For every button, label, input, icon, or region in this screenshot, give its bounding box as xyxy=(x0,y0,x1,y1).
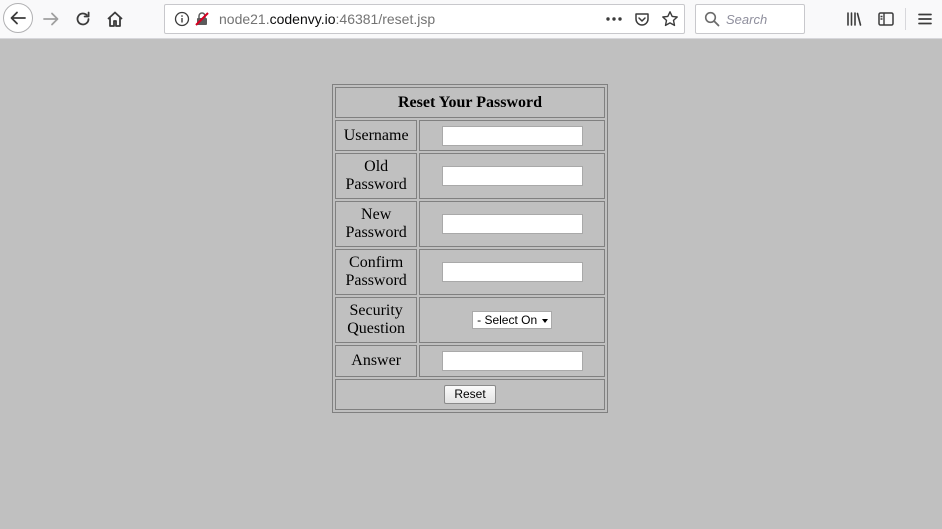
reload-icon xyxy=(76,11,90,26)
arrow-left-icon xyxy=(10,11,26,25)
answer-label: Answer xyxy=(335,345,418,377)
answer-input[interactable] xyxy=(441,351,583,371)
confirm-password-label: Confirm Password xyxy=(335,249,418,295)
username-input[interactable] xyxy=(441,125,583,146)
reload-button[interactable] xyxy=(69,5,97,33)
url-text[interactable]: node21.codenvy.io:46381/reset.jsp xyxy=(219,11,435,27)
username-label: Username xyxy=(335,120,418,151)
hamburger-menu-icon xyxy=(918,13,932,25)
home-button[interactable] xyxy=(101,5,129,33)
library-button[interactable] xyxy=(840,5,868,33)
browser-toolbar: node21.codenvy.io:46381/reset.jsp Search xyxy=(0,0,942,39)
home-icon xyxy=(107,11,123,27)
info-icon[interactable] xyxy=(174,11,190,27)
menu-button[interactable] xyxy=(911,5,939,33)
confirm-password-input[interactable] xyxy=(441,262,583,282)
back-button[interactable] xyxy=(3,3,33,33)
pocket-icon[interactable] xyxy=(634,11,650,27)
reset-form-table: Reset Your Password Username Old Password… xyxy=(332,84,608,413)
url-bar[interactable]: node21.codenvy.io:46381/reset.jsp xyxy=(164,4,685,34)
search-placeholder: Search xyxy=(726,12,768,27)
old-password-label: Old Password xyxy=(335,153,418,199)
new-password-label: New Password xyxy=(335,201,418,247)
forward-button[interactable] xyxy=(37,5,65,33)
bookmark-star-icon[interactable] xyxy=(661,10,679,28)
arrow-right-icon xyxy=(43,12,59,26)
submit-cell: Reset xyxy=(335,379,605,410)
security-question-label: Security Question xyxy=(335,297,418,343)
reset-button[interactable]: Reset xyxy=(444,385,496,404)
toolbar-divider xyxy=(905,8,906,30)
reset-password-form: Reset Your Password Username Old Password… xyxy=(332,84,608,413)
sidebar-icon xyxy=(878,12,894,26)
form-title: Reset Your Password xyxy=(335,87,605,118)
search-icon xyxy=(704,11,720,27)
old-password-input[interactable] xyxy=(441,166,583,186)
new-password-input[interactable] xyxy=(441,214,583,234)
search-bar[interactable]: Search xyxy=(695,4,805,34)
page-actions-icon[interactable] xyxy=(605,11,623,27)
sidebar-button[interactable] xyxy=(872,5,900,33)
dropdown-arrow-icon xyxy=(542,318,549,323)
library-icon xyxy=(847,12,862,26)
insecure-lock-icon[interactable] xyxy=(194,11,210,27)
security-question-select[interactable]: - Select On xyxy=(472,311,553,330)
